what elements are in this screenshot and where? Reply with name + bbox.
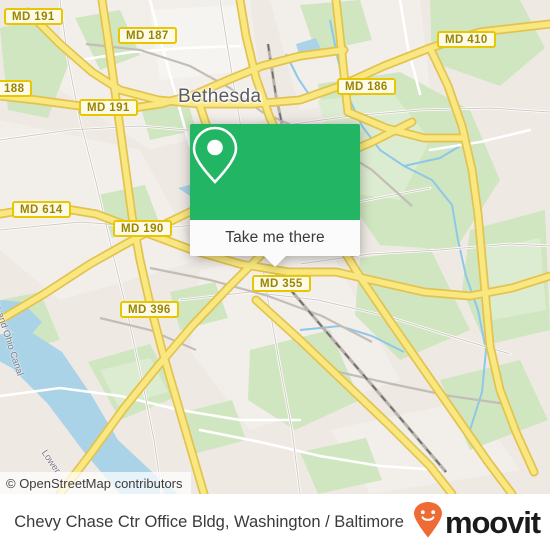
route-shield-188[interactable]: 188 bbox=[0, 80, 33, 97]
route-shield-md-191-south[interactable]: MD 191 bbox=[79, 99, 138, 116]
callout-pin-panel bbox=[190, 124, 360, 220]
route-shield-md-410[interactable]: MD 410 bbox=[437, 31, 496, 48]
map-canvas[interactable]: Bethesda peake and Ohio Canal Lower MD 1… bbox=[0, 0, 550, 494]
callout-tail-pointer bbox=[264, 256, 286, 267]
route-shield-md-191-north[interactable]: MD 191 bbox=[4, 8, 63, 25]
route-shield-md-355[interactable]: MD 355 bbox=[252, 275, 311, 292]
place-title: Chevy Chase Ctr Office Bldg, Washington … bbox=[14, 512, 404, 531]
location-callout-card[interactable]: Take me there bbox=[190, 124, 360, 267]
route-shield-md-396[interactable]: MD 396 bbox=[120, 301, 179, 318]
moovit-wordmark: moovit bbox=[444, 504, 541, 540]
take-me-there-button[interactable]: Take me there bbox=[190, 220, 360, 256]
moovit-smiley-pin-icon bbox=[412, 501, 444, 544]
route-shield-md-186[interactable]: MD 186 bbox=[337, 78, 396, 95]
moovit-map-screen: Bethesda peake and Ohio Canal Lower MD 1… bbox=[0, 0, 550, 550]
moovit-logo[interactable]: moovit bbox=[412, 501, 541, 544]
take-me-there-label: Take me there bbox=[225, 229, 325, 246]
map-label-bethesda: Bethesda bbox=[178, 86, 262, 107]
map-attribution[interactable]: © OpenStreetMap contributors bbox=[0, 472, 191, 494]
route-shield-md-614[interactable]: MD 614 bbox=[12, 201, 71, 218]
route-shield-md-190[interactable]: MD 190 bbox=[113, 220, 172, 237]
bottom-info-bar: Chevy Chase Ctr Office Bldg, Washington … bbox=[0, 494, 550, 550]
route-shield-md-187[interactable]: MD 187 bbox=[118, 27, 177, 44]
